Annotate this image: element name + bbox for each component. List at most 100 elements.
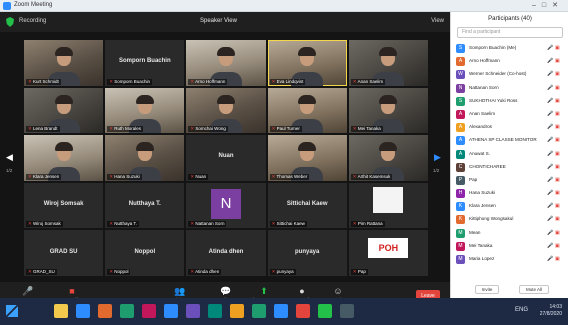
participant-row[interactable]: S Somporn Buachin (Me) 🎤 ▣ — [451, 42, 568, 55]
video-off-icon[interactable]: ▣ — [555, 243, 560, 249]
prev-page-arrow-icon[interactable]: ◀ — [6, 152, 16, 166]
mic-muted-icon[interactable]: 🎤 — [547, 216, 553, 222]
participant-row[interactable]: K Klara Jensen 🎤 ▣ — [451, 200, 568, 213]
participant-row[interactable]: M Mei Tanaka 🎤 ▣ — [451, 240, 568, 253]
video-off-icon[interactable]: ▣ — [555, 137, 560, 143]
recording-indicator[interactable]: Recording — [19, 18, 46, 24]
participant-tile[interactable]: ✕ Klara Jensen — [24, 135, 104, 181]
participant-row[interactable]: P Pap 🎤 ▣ — [451, 174, 568, 187]
mic-muted-icon[interactable]: 🎤 — [547, 256, 553, 262]
participant-row[interactable]: H Hana Suzuki 🎤 ▣ — [451, 187, 568, 200]
speaker-view-label[interactable]: Speaker View — [200, 18, 237, 24]
participant-row[interactable]: M Mean 🎤 ▣ — [451, 227, 568, 240]
mic-muted-icon[interactable]: 🎤 — [547, 71, 553, 77]
participant-tile[interactable]: Sittichai Kaew ✕ Sittichai Kaew — [267, 182, 347, 229]
participant-tile[interactable]: ✕ Anan Saelim — [348, 40, 428, 86]
video-off-icon[interactable]: ▣ — [555, 85, 560, 91]
video-off-icon[interactable]: ▣ — [555, 177, 560, 183]
participant-tile[interactable]: Somporn Buachin ✕ Somporn Buachin — [105, 40, 185, 86]
mic-muted-icon[interactable]: 🎤 — [547, 151, 553, 157]
participant-row[interactable]: A ATHENA SP CLASSE MONITOR 🎤 ▣ — [451, 134, 568, 147]
video-off-icon[interactable]: ▣ — [555, 45, 560, 51]
participant-tile[interactable]: ✕ Arno Hoffmann — [186, 40, 266, 86]
video-off-icon[interactable]: ▣ — [555, 71, 560, 77]
line-icon[interactable] — [318, 304, 332, 318]
video-off-icon[interactable]: ▣ — [555, 190, 560, 196]
app-icon[interactable] — [296, 304, 310, 318]
participant-tile[interactable]: Atinda dhen ✕ Atinda dhen — [186, 230, 266, 276]
video-off-icon[interactable]: ▣ — [555, 98, 560, 104]
participant-tile[interactable]: ✕ Lena Brandt — [24, 87, 104, 134]
zoom-taskbar-icon[interactable] — [164, 304, 178, 318]
participant-tile[interactable]: Nutthaya T. ✕ Nutthaya T. — [105, 182, 185, 229]
participant-row[interactable]: A Anan Saelim 🎤 ▣ — [451, 108, 568, 121]
invite-button[interactable]: Invite — [475, 285, 499, 294]
video-off-icon[interactable]: ▣ — [555, 124, 560, 130]
mic-muted-icon[interactable]: 🎤 — [547, 190, 553, 196]
participant-tile[interactable]: N ✕ Nattanan Sorn — [186, 182, 266, 229]
app-icon[interactable] — [230, 304, 244, 318]
participant-tile[interactable]: ✕ Hana Suzuki — [105, 135, 185, 181]
mic-muted-icon[interactable]: 🎤 — [547, 203, 553, 209]
participant-search-input[interactable]: Find a participant — [457, 27, 563, 38]
mute-all-button[interactable]: Mute All — [519, 285, 549, 294]
video-off-icon[interactable]: ▣ — [555, 151, 560, 157]
video-off-icon[interactable]: ▣ — [555, 58, 560, 64]
mic-muted-icon[interactable]: 🎤 — [547, 98, 553, 104]
app-icon[interactable] — [142, 304, 156, 318]
mic-muted-icon[interactable]: 🎤 — [547, 137, 553, 143]
next-page-arrow-icon[interactable]: ▶ — [434, 152, 444, 166]
video-off-icon[interactable]: ▣ — [555, 203, 560, 209]
participant-tile[interactable]: ✕ Pim Rattana — [348, 182, 428, 229]
participant-row[interactable]: M Maria Lopez 🎤 ▣ — [451, 253, 568, 266]
participant-row[interactable]: N Nattanan Sorn 🎤 ▣ — [451, 82, 568, 95]
window-controls[interactable]: –□✕ — [532, 1, 564, 9]
mic-muted-icon[interactable]: 🎤 — [547, 124, 553, 130]
participant-tile[interactable]: ✕ Paul Turner — [267, 87, 347, 134]
tray-language[interactable]: ENG — [515, 307, 528, 313]
participant-tile[interactable]: ✕ Ruth Morales — [105, 87, 185, 134]
video-off-icon[interactable]: ▣ — [555, 256, 560, 262]
tray-clock[interactable]: 14:03 27/8/2020 — [540, 304, 562, 318]
app-icon[interactable] — [340, 304, 354, 318]
mic-muted-icon[interactable]: 🎤 — [547, 177, 553, 183]
participant-tile[interactable]: ✕ Kurt Schmidt — [24, 40, 104, 86]
participant-row[interactable]: A Alexandros 🎤 ▣ — [451, 121, 568, 134]
video-off-icon[interactable]: ▣ — [555, 164, 560, 170]
participant-tile[interactable]: ✕ Eva Lindqvist — [267, 40, 347, 86]
participant-row[interactable]: A Arno Hoffmann 🎤 ▣ — [451, 55, 568, 68]
shield-icon[interactable] — [6, 17, 14, 27]
participant-tile[interactable]: Noppol ✕ Noppol — [105, 230, 185, 276]
participant-row[interactable]: A Anuwat S. 🎤 ▣ — [451, 148, 568, 161]
participant-row[interactable]: C CHONTICHAREE 🎤 ▣ — [451, 161, 568, 174]
participant-tile[interactable]: ✕ Mei Tanaka — [348, 87, 428, 134]
app-icon[interactable] — [208, 304, 222, 318]
app-icon[interactable] — [120, 304, 134, 318]
participant-tile[interactable]: ✕ Thomas Weber — [267, 135, 347, 181]
participant-tile[interactable]: punyaya ✕ punyaya — [267, 230, 347, 276]
app-icon[interactable] — [98, 304, 112, 318]
mic-muted-icon[interactable]: 🎤 — [547, 58, 553, 64]
windows-start-icon[interactable] — [6, 305, 18, 317]
view-toggle[interactable]: View — [431, 18, 444, 24]
file-explorer-icon[interactable] — [54, 304, 68, 318]
mic-muted-icon[interactable]: 🎤 — [547, 85, 553, 91]
word-icon[interactable] — [274, 304, 288, 318]
video-off-icon[interactable]: ▣ — [555, 111, 560, 117]
participant-row[interactable]: S SUKHOTHAI Yuki Ross 🎤 ▣ — [451, 95, 568, 108]
mic-muted-icon[interactable]: 🎤 — [547, 111, 553, 117]
browser-icon[interactable] — [76, 304, 90, 318]
mic-muted-icon[interactable]: 🎤 — [547, 230, 553, 236]
excel-icon[interactable] — [252, 304, 266, 318]
participant-tile[interactable]: GRAD SU ✕ GRAD_SU — [24, 230, 104, 276]
participant-tile[interactable]: POH ✕ Pap — [348, 230, 428, 276]
participant-row[interactable]: K Kittiphong Wongsakul 🎤 ▣ — [451, 213, 568, 226]
video-off-icon[interactable]: ▣ — [555, 216, 560, 222]
participant-tile[interactable]: ✕ Somchai Wong — [186, 87, 266, 134]
participant-row[interactable]: W Werner Schneider (Co-host) 🎤 ▣ — [451, 68, 568, 81]
participant-tile[interactable]: Wiroj Somsak ✕ Wiroj Somsak — [24, 182, 104, 229]
participant-tile[interactable]: Nuan ✕ Nuan — [186, 135, 266, 181]
app-icon[interactable] — [186, 304, 200, 318]
mic-muted-icon[interactable]: 🎤 — [547, 164, 553, 170]
mic-muted-icon[interactable]: 🎤 — [547, 243, 553, 249]
